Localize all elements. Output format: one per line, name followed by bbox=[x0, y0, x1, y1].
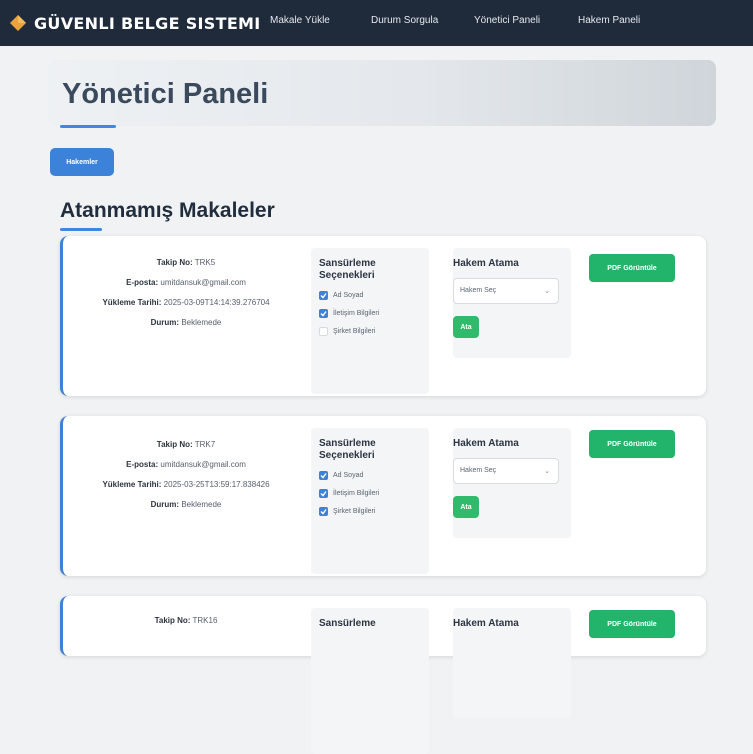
diamond-logo-icon bbox=[10, 15, 26, 31]
pdf-view-button[interactable]: PDF Görüntüle bbox=[589, 430, 675, 458]
tab-hakemler[interactable]: Hakemler bbox=[50, 148, 114, 176]
chevron-down-icon: ⌄ bbox=[544, 288, 550, 295]
assign-title: Hakem Atama bbox=[453, 618, 519, 629]
assign-title: Hakem Atama bbox=[453, 258, 519, 269]
article-info: Takip No: TRK5 E-posta: umitdansuk@gmail… bbox=[71, 258, 301, 338]
pdf-view-button[interactable]: PDF Görüntüle bbox=[589, 610, 675, 638]
chevron-down-icon: ⌄ bbox=[544, 468, 550, 475]
tracking-number: Takip No: TRK16 bbox=[154, 616, 218, 625]
brand-title: GÜVENLI BELGE SISTEMI bbox=[34, 13, 261, 33]
upload-date: Yükleme Tarihi: 2025-03-25T13:59:17.8384… bbox=[102, 480, 270, 489]
article-card: Takip No: TRK16 Sansürleme Hakem Atama P… bbox=[60, 596, 706, 754]
reviewer-select[interactable]: Hakem Seç ⌄ bbox=[453, 458, 559, 484]
brand[interactable]: GÜVENLI BELGE SISTEMI bbox=[10, 11, 261, 35]
upload-date: Yükleme Tarihi: 2025-03-09T14:14:39.2767… bbox=[102, 298, 270, 307]
article-info: Takip No: TRK16 bbox=[71, 616, 301, 636]
nav-link-makale-yukle[interactable]: Makale Yükle bbox=[270, 15, 330, 26]
assign-button[interactable]: Ata bbox=[453, 496, 479, 518]
page-title: Yönetici Paneli bbox=[62, 78, 269, 110]
top-navbar: GÜVENLI BELGE SISTEMI Makale Yükle Durum… bbox=[0, 0, 753, 46]
assign-title: Hakem Atama bbox=[453, 438, 519, 449]
section-underline bbox=[60, 228, 102, 231]
article-card: Takip No: TRK7 E-posta: umitdansuk@gmail… bbox=[60, 416, 706, 576]
title-underline bbox=[60, 125, 116, 128]
status: Durum: Beklemede bbox=[150, 318, 222, 327]
option-sirket-bilgileri[interactable]: Şirket Bilgileri bbox=[319, 507, 421, 516]
censor-options: Sansürleme Seçenekleri Ad Soyad İletişim… bbox=[311, 248, 429, 394]
censor-options: Sansürleme bbox=[311, 608, 429, 754]
checkbox-unchecked-icon[interactable] bbox=[319, 327, 328, 336]
tracking-number: Takip No: TRK7 bbox=[156, 440, 216, 449]
censor-title: Sansürleme Seçenekleri bbox=[319, 258, 376, 281]
censor-title: Sansürleme Seçenekleri bbox=[319, 438, 376, 461]
assign-button[interactable]: Ata bbox=[453, 316, 479, 338]
nav-link-yonetici-paneli[interactable]: Yönetici Paneli bbox=[474, 15, 540, 26]
reviewer-assign: Hakem Atama Hakem Seç ⌄ Ata bbox=[453, 248, 571, 358]
pdf-view-button[interactable]: PDF Görüntüle bbox=[589, 254, 675, 282]
checkbox-checked-icon[interactable] bbox=[319, 507, 328, 516]
email: E-posta: umitdansuk@gmail.com bbox=[126, 460, 246, 469]
checkbox-checked-icon[interactable] bbox=[319, 471, 328, 480]
nav-link-hakem-paneli[interactable]: Hakem Paneli bbox=[578, 15, 640, 26]
checkbox-checked-icon[interactable] bbox=[319, 291, 328, 300]
reviewer-select[interactable]: Hakem Seç ⌄ bbox=[453, 278, 559, 304]
article-info: Takip No: TRK7 E-posta: umitdansuk@gmail… bbox=[71, 440, 301, 520]
tracking-number: Takip No: TRK5 bbox=[156, 258, 216, 267]
censor-title: Sansürleme bbox=[319, 618, 376, 629]
option-iletisim-bilgileri[interactable]: İletişim Bilgileri bbox=[319, 489, 421, 498]
checkbox-checked-icon[interactable] bbox=[319, 489, 328, 498]
reviewer-assign: Hakem Atama Hakem Seç ⌄ Ata bbox=[453, 428, 571, 538]
page-header: Yönetici Paneli bbox=[48, 60, 716, 126]
option-sirket-bilgileri[interactable]: Şirket Bilgileri bbox=[319, 327, 421, 336]
reviewer-assign: Hakem Atama bbox=[453, 608, 571, 718]
status: Durum: Beklemede bbox=[150, 500, 222, 509]
option-ad-soyad[interactable]: Ad Soyad bbox=[319, 291, 421, 300]
section-title: Atanmamış Makaleler bbox=[60, 199, 275, 222]
checkbox-checked-icon[interactable] bbox=[319, 309, 328, 318]
article-card: Takip No: TRK5 E-posta: umitdansuk@gmail… bbox=[60, 236, 706, 396]
censor-options: Sansürleme Seçenekleri Ad Soyad İletişim… bbox=[311, 428, 429, 574]
email: E-posta: umitdansuk@gmail.com bbox=[126, 278, 246, 287]
option-iletisim-bilgileri[interactable]: İletişim Bilgileri bbox=[319, 309, 421, 318]
option-ad-soyad[interactable]: Ad Soyad bbox=[319, 471, 421, 480]
nav-link-durum-sorgula[interactable]: Durum Sorgula bbox=[371, 15, 438, 26]
